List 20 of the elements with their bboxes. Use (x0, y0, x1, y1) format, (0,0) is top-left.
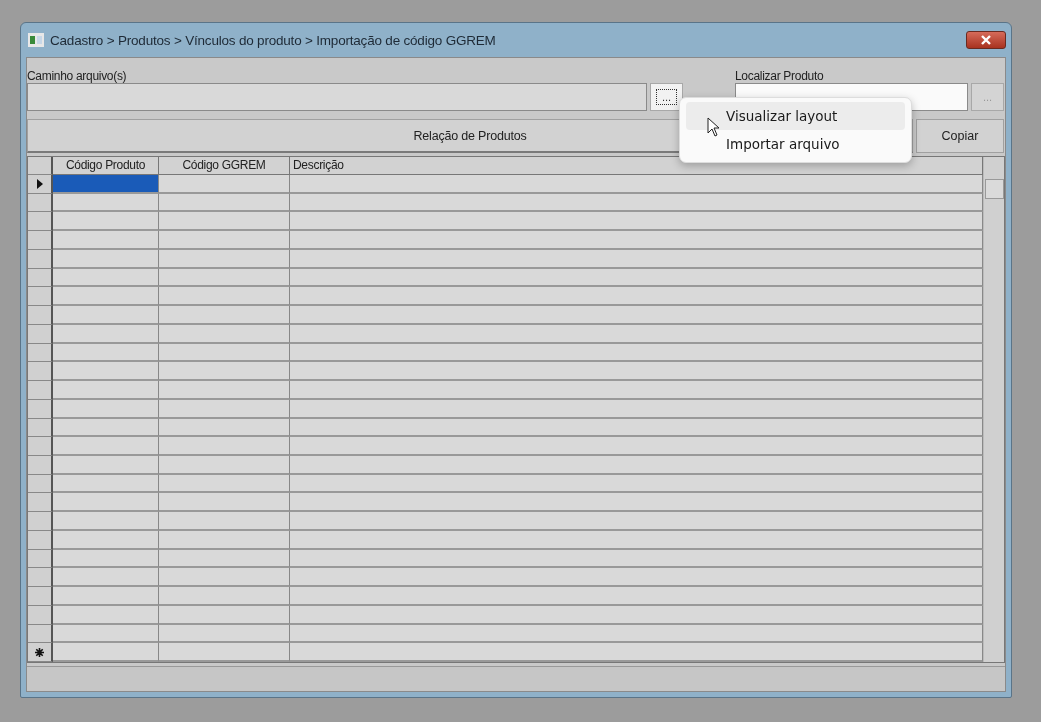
field-label: Caminho arquivo(s) (27, 70, 128, 82)
mouse-pointer-icon (707, 117, 721, 137)
row-header[interactable] (28, 643, 53, 663)
column-header[interactable]: Código Produto (53, 157, 159, 175)
current-row-icon (35, 178, 44, 189)
close-button[interactable] (966, 31, 1006, 49)
scroll-thumb[interactable] (984, 179, 1004, 199)
browse-button[interactable]: ... (650, 83, 683, 111)
copy-button[interactable]: Copiar (916, 119, 1004, 153)
section-title: Relação de Produtos (413, 128, 527, 143)
close-icon (980, 35, 992, 45)
column-header[interactable]: Código GGREM (159, 157, 290, 175)
menu-item[interactable]: Visualizar layout (686, 102, 905, 130)
file-path-field[interactable] (27, 83, 647, 111)
menu-item[interactable]: Importar arquivo (686, 130, 905, 158)
field-label: Localizar Produto (735, 70, 825, 82)
app-icon (28, 33, 44, 47)
new-row-icon (35, 647, 44, 657)
scrollbar[interactable] (983, 157, 1004, 662)
window-title: Cadastro > Produtos > Vínculos do produto > Importação de código GGREM (50, 32, 496, 48)
